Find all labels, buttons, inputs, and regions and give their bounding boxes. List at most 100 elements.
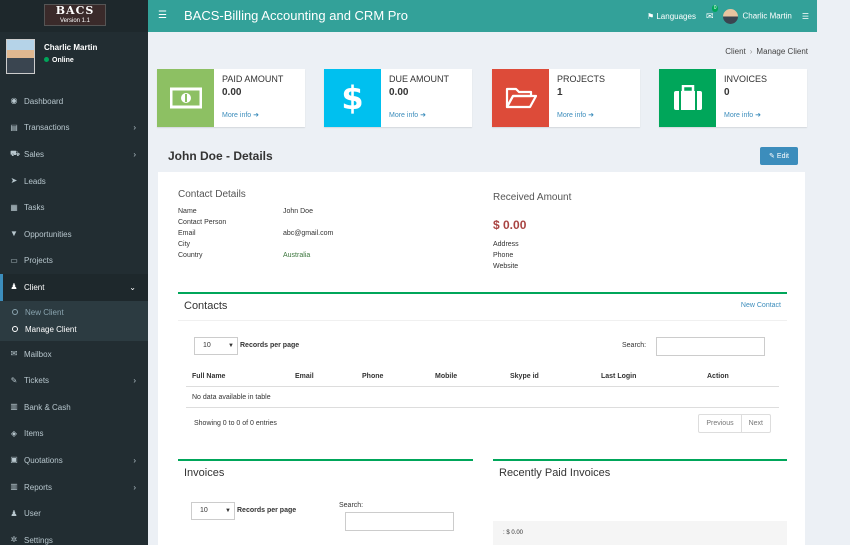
online-dot-icon <box>44 57 49 62</box>
logo[interactable]: BACS Version 1.1 <box>0 0 148 32</box>
menu-toggle-icon[interactable]: ☰ <box>158 10 167 21</box>
recently-paid-title: Recently Paid Invoices <box>499 467 611 479</box>
sidebar-item-label: Transactions <box>24 123 70 133</box>
breadcrumb-manage-client: Manage Client <box>756 47 808 56</box>
records-per-page-select[interactable]: 10 ▼ <box>191 502 235 520</box>
sidebar-item-transactions[interactable]: ▤ Transactions › <box>0 115 148 142</box>
mail-badge: 0 <box>711 4 719 12</box>
caret-down-icon: ▼ <box>225 508 231 514</box>
sidebar-item-items[interactable]: ◈ Items <box>0 421 148 448</box>
records-value: 10 <box>203 342 211 349</box>
breadcrumb-client[interactable]: Client <box>725 47 745 56</box>
file-icon: ▣ <box>10 455 18 465</box>
sidebar-subitem-new-client[interactable]: New Client <box>0 304 148 321</box>
more-info-link[interactable]: More info ➜ <box>389 111 426 119</box>
info-box-label: PAID AMOUNT <box>222 74 284 84</box>
edit-button[interactable]: ✎ Edit <box>760 147 798 165</box>
dashboard-icon: ◉ <box>10 96 18 106</box>
logo-version: Version 1.1 <box>59 18 91 24</box>
user-status-label: Online <box>52 57 74 64</box>
search-input[interactable] <box>345 512 454 531</box>
languages-menu[interactable]: ⚑ Languages <box>647 12 696 21</box>
sidebar-item-label: Quotations <box>24 455 63 465</box>
sidebar-item-user[interactable]: ♟ User <box>0 500 148 527</box>
sidebar-item-tickets[interactable]: ✎ Tickets › <box>0 367 148 394</box>
sidebar-item-sales[interactable]: ⛟ Sales › <box>0 141 148 168</box>
sidebar-item-client[interactable]: ♟ Client ⌄ <box>0 274 148 301</box>
user-panel: Charlic Martin Online <box>0 32 148 84</box>
previous-button[interactable]: Previous <box>699 415 740 432</box>
sidebar-subitem-manage-client[interactable]: Manage Client <box>0 321 148 338</box>
sidebar-item-projects[interactable]: ▭ Projects <box>0 248 148 275</box>
next-button[interactable]: Next <box>740 415 770 432</box>
sidebar-item-label: Sales <box>24 149 45 159</box>
sidebar-item-settings[interactable]: ✲ Settings <box>0 527 148 545</box>
column-header[interactable]: Full Name <box>192 373 225 380</box>
column-header[interactable]: Skype id <box>510 373 539 380</box>
dollar-icon: $ <box>324 69 381 127</box>
tasks-icon: ▦ <box>10 202 18 212</box>
sidebar-item-label: Settings <box>24 535 53 545</box>
sidebar-item-reports[interactable]: ▥ Reports › <box>0 474 148 501</box>
info-box-projects: PROJECTS 1 More info ➜ <box>492 69 640 127</box>
chevron-right-icon: › <box>133 149 136 159</box>
ticket-icon: ✎ <box>10 375 18 385</box>
circle-icon <box>12 326 18 333</box>
app-title: BACS-Billing Accounting and CRM Pro <box>184 8 408 23</box>
info-box-label: PROJECTS <box>557 74 606 84</box>
search-label: Search: <box>622 342 647 349</box>
sidebar-item-label: Dashboard <box>24 96 64 106</box>
main-content: Client › Manage Client PAID AMOUNT 0.00 Mo… <box>148 32 817 545</box>
sidebar-item-tasks[interactable]: ▦ Tasks <box>0 194 148 221</box>
money-icon <box>157 69 214 127</box>
more-info-link[interactable]: More info ➜ <box>724 111 761 119</box>
sidebar-item-bank-cash[interactable]: ▥ Bank & Cash <box>0 394 148 421</box>
users-icon: ♟ <box>10 282 18 292</box>
briefcase-icon <box>659 69 716 127</box>
search-label: Search: <box>339 502 364 509</box>
sidebar-item-label: Projects <box>24 256 53 266</box>
header-user-name: Charlic Martin <box>742 11 792 21</box>
info-box-value: 1 <box>557 87 563 98</box>
rocket-icon: ➤ <box>10 176 18 186</box>
detail-label: Email <box>178 230 196 237</box>
detail-label: Name <box>178 208 197 215</box>
records-per-page-select[interactable]: 10 ▼ <box>194 337 238 355</box>
table-info: Showing 0 to 0 of 0 entries <box>194 420 277 427</box>
sidebar-item-label: Leads <box>24 176 46 186</box>
sidebar-item-mailbox[interactable]: ✉ Mailbox <box>0 341 148 368</box>
invoices-box: Invoices 10 ▼ Records per page Search: <box>178 459 473 545</box>
sidebar-item-dashboard[interactable]: ◉ Dashboard <box>0 88 148 115</box>
column-header[interactable]: Mobile <box>435 373 457 380</box>
more-info-link[interactable]: More info ➜ <box>557 111 594 119</box>
sidebar-item-leads[interactable]: ➤ Leads <box>0 168 148 195</box>
sidebar-item-opportunities[interactable]: ▼ Opportunities <box>0 221 148 248</box>
column-header[interactable]: Phone <box>362 373 383 380</box>
column-header[interactable]: Action <box>707 373 729 380</box>
top-header: ☰ BACS-Billing Accounting and CRM Pro ⚑ … <box>148 0 817 32</box>
settings-menu-icon[interactable]: ☰ <box>802 12 809 21</box>
arrow-circle-icon: ➜ <box>755 112 762 119</box>
recently-paid-box: Recently Paid Invoices : $ 0.00 <box>493 459 787 545</box>
sidebar-item-label: User <box>24 509 41 519</box>
detail-value: John Doe <box>283 208 313 215</box>
user-menu[interactable]: Charlic Martin <box>723 8 792 24</box>
mail-button[interactable]: ✉ 0 <box>706 4 719 22</box>
chevron-right-icon: › <box>133 123 136 133</box>
info-box-label: DUE AMOUNT <box>389 74 450 84</box>
list-icon: ▤ <box>10 122 18 132</box>
details-panel: Contact Details Name Contact Person Emai… <box>158 172 805 545</box>
more-info-link[interactable]: More info ➜ <box>222 111 259 119</box>
page-title: John Doe - Details <box>168 149 273 163</box>
column-header[interactable]: Email <box>295 373 314 380</box>
new-contact-link[interactable]: New Contact <box>741 302 781 309</box>
sidebar-item-label: Opportunities <box>24 229 72 239</box>
arrow-circle-icon: ➜ <box>253 112 260 119</box>
sidebar-item-quotations[interactable]: ▣ Quotations › <box>0 447 148 474</box>
invoices-title: Invoices <box>184 467 225 479</box>
sidebar: BACS Version 1.1 Charlic Martin Online ◉… <box>0 0 148 545</box>
client-submenu: New Client Manage Client <box>0 300 148 341</box>
column-header[interactable]: Last Login <box>601 373 636 380</box>
sidebar-item-label: Tasks <box>24 203 45 213</box>
search-input[interactable] <box>656 337 765 356</box>
